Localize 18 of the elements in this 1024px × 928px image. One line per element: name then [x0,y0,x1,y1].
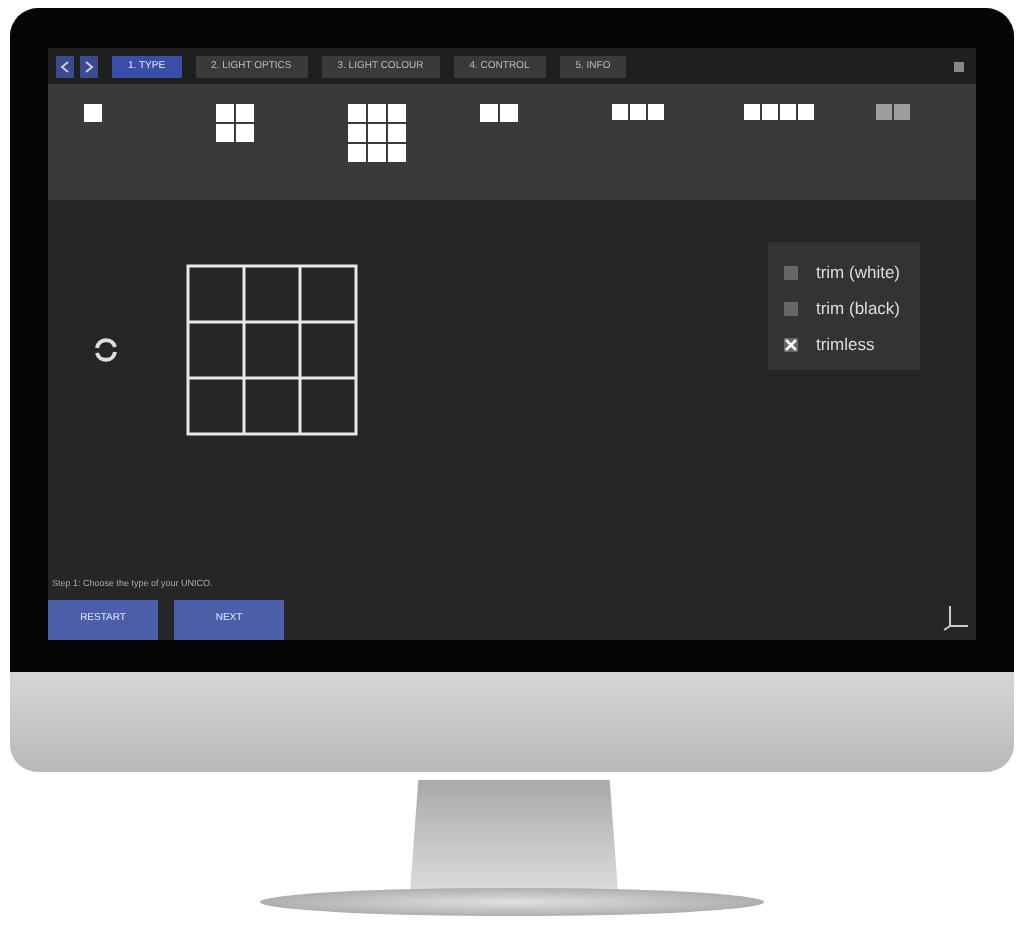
tile-type-icon[interactable] [612,104,664,120]
axes-icon [942,604,970,632]
tile-type-icon[interactable] [876,104,910,120]
tile-type-icon[interactable] [84,104,102,122]
option-label: trim (white) [815,259,900,285]
option-label: trim (black) [815,295,900,321]
checkbox[interactable] [783,301,798,315]
tile-type-icon[interactable] [480,104,518,122]
tile-type-icon[interactable] [744,104,814,120]
forward-button[interactable] [80,55,98,77]
option-label: trimless [815,331,875,357]
checkbox[interactable] [783,337,798,351]
back-button[interactable] [56,55,74,77]
tile-type-icon[interactable] [348,104,406,162]
tile-type-icon[interactable] [216,104,254,142]
menu-icon[interactable] [954,61,964,71]
rotate-icon[interactable] [92,336,120,364]
checkbox[interactable] [783,265,798,279]
